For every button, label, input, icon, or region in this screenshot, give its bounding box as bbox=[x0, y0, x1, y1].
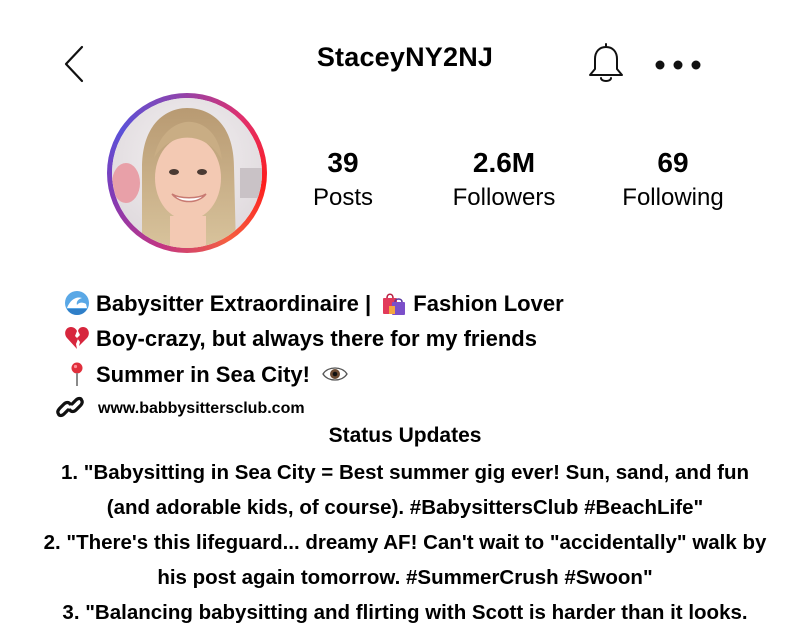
status-updates-title: Status Updates bbox=[328, 424, 482, 447]
followers-label: Followers bbox=[452, 184, 556, 211]
shopping-bags-icon bbox=[383, 293, 406, 315]
bio-line-1: Babysitter Extraordinaire | Fashion Love… bbox=[64, 289, 564, 319]
posts-count: 39 bbox=[327, 147, 359, 178]
eye-icon bbox=[322, 367, 348, 381]
bio-line-3: Summer in Sea City! bbox=[64, 360, 354, 390]
bell-icon bbox=[589, 43, 623, 82]
status-update-line: his post again tomorrow. #SummerCrush #S… bbox=[157, 566, 653, 589]
status-update-line: (and adorable kids, of course). #Babysit… bbox=[106, 496, 704, 519]
more-options-button[interactable] bbox=[652, 52, 704, 76]
status-updates-list: 1. "Babysitting in Sea City = Best summe… bbox=[0, 455, 810, 630]
bio-line-2: Boy-crazy, but always there for my frien… bbox=[64, 324, 537, 354]
bio-line-1-part-2: Fashion Lover bbox=[413, 291, 564, 316]
following-label: Following bbox=[622, 184, 724, 211]
followers-count: 2.6M bbox=[472, 147, 536, 178]
posts-label: Posts bbox=[312, 184, 374, 211]
stat-following[interactable]: 69 Following bbox=[593, 145, 753, 213]
bio-link-row[interactable]: www.babbysittersclub.com bbox=[56, 393, 305, 421]
wave-icon bbox=[65, 291, 89, 315]
status-update-line: 2. "There's this lifeguard... dreamy AF!… bbox=[43, 531, 767, 554]
profile-avatar[interactable] bbox=[107, 93, 267, 253]
following-count: 69 bbox=[657, 147, 689, 178]
bio-website-link[interactable]: www.babbysittersclub.com bbox=[98, 400, 305, 417]
status-update-line: 3. "Balancing babysitting and flirting w… bbox=[62, 601, 748, 624]
status-update-line: 1. "Babysitting in Sea City = Best summe… bbox=[60, 461, 750, 484]
link-icon bbox=[56, 396, 84, 418]
bio-line-1-part-1: Babysitter Extraordinaire | bbox=[96, 291, 372, 316]
bio-line-2-text: Boy-crazy, but always there for my frien… bbox=[96, 326, 537, 351]
stat-posts[interactable]: 39 Posts bbox=[263, 145, 423, 213]
location-pin-icon bbox=[71, 362, 83, 386]
ellipsis-icon bbox=[655, 60, 701, 70]
profile-photo bbox=[112, 98, 262, 248]
bio-line-3-text: Summer in Sea City! bbox=[96, 362, 310, 387]
stat-followers[interactable]: 2.6M Followers bbox=[424, 145, 584, 213]
broken-heart-icon bbox=[65, 327, 89, 349]
notifications-button[interactable] bbox=[586, 43, 626, 85]
